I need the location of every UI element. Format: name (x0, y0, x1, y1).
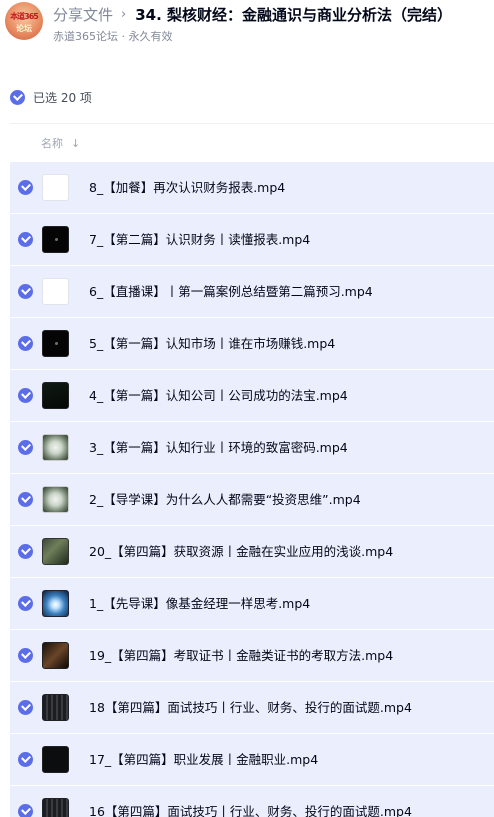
video-thumbnail (42, 434, 69, 461)
row-checkbox-checked-icon[interactable] (18, 336, 33, 351)
share-subtitle: 赤道365论坛 · 永久有效 (53, 30, 173, 43)
file-name[interactable]: 3_【第一篇】认知行业丨环境的致富密码.mp4 (89, 422, 348, 474)
sharer-avatar[interactable]: 本道365 论坛 (5, 2, 43, 40)
select-all-checkbox[interactable] (10, 89, 25, 105)
file-name[interactable]: 17_【第四篇】职业发展丨金融职业.mp4 (89, 734, 318, 786)
breadcrumb-root-link[interactable]: 分享文件 (53, 4, 113, 25)
thumbnail-dot (55, 342, 58, 345)
sort-arrow-icon[interactable]: ↓ (71, 137, 80, 150)
video-thumbnail (42, 330, 69, 357)
file-name[interactable]: 8_【加餐】再次认识财务报表.mp4 (89, 162, 285, 214)
file-row[interactable]: 17_【第四篇】职业发展丨金融职业.mp4 (10, 734, 494, 786)
thumbnail-dot (55, 238, 58, 241)
video-thumbnail (42, 278, 69, 305)
video-thumbnail (42, 798, 69, 817)
video-thumbnail (42, 382, 69, 409)
share-header: 本道365 论坛 分享文件 › 34. 梨核财经：金融通识与商业分析法（完结） … (0, 0, 494, 56)
file-row[interactable]: 4_【第一篇】认知公司丨公司成功的法宝.mp4 (10, 370, 494, 422)
file-row[interactable]: 1_【先导课】像基金经理一样思考.mp4 (10, 578, 494, 630)
file-row[interactable]: 19_【第四篇】考取证书丨金融类证书的考取方法.mp4 (10, 630, 494, 682)
chevron-right-icon: › (121, 6, 127, 22)
avatar-bottom-text: 论坛 (16, 24, 32, 33)
video-thumbnail (42, 174, 69, 201)
folder-title: 34. 梨核财经：金融通识与商业分析法（完结） (135, 5, 453, 24)
column-name-label: 名称 (41, 137, 63, 150)
file-name[interactable]: 18【第四篇】面试技巧丨行业、财务、投行的面试题.mp4 (89, 682, 412, 734)
file-row[interactable]: 3_【第一篇】认知行业丨环境的致富密码.mp4 (10, 422, 494, 474)
file-row[interactable]: 5_【第一篇】认知市场丨谁在市场赚钱.mp4 (10, 318, 494, 370)
file-row[interactable]: 2_【导学课】为什么人人都需要“投资思维”.mp4 (10, 474, 494, 526)
video-thumbnail (42, 486, 69, 513)
video-thumbnail (42, 746, 69, 773)
selection-count-label: 已选 20 项 (33, 90, 92, 105)
row-checkbox-checked-icon[interactable] (18, 232, 33, 247)
row-checkbox-checked-icon[interactable] (18, 544, 33, 559)
file-name[interactable]: 2_【导学课】为什么人人都需要“投资思维”.mp4 (89, 474, 361, 526)
video-thumbnail (42, 226, 69, 253)
row-checkbox-checked-icon[interactable] (18, 752, 33, 767)
divider (10, 123, 494, 124)
file-name[interactable]: 1_【先导课】像基金经理一样思考.mp4 (89, 578, 310, 630)
avatar-top-text: 本道365 (10, 12, 39, 21)
file-row[interactable]: 20_【第四篇】获取资源丨金融在实业应用的浅谈.mp4 (10, 526, 494, 578)
file-name[interactable]: 4_【第一篇】认知公司丨公司成功的法宝.mp4 (89, 370, 348, 422)
selection-summary: 已选 20 项 (10, 88, 92, 106)
video-thumbnail (42, 694, 69, 721)
file-name[interactable]: 7_【第二篇】认识财务丨读懂报表.mp4 (89, 214, 310, 266)
video-thumbnail (42, 590, 69, 617)
file-row[interactable]: 18【第四篇】面试技巧丨行业、财务、投行的面试题.mp4 (10, 682, 494, 734)
file-name[interactable]: 19_【第四篇】考取证书丨金融类证书的考取方法.mp4 (89, 630, 393, 682)
row-checkbox-checked-icon[interactable] (18, 804, 33, 817)
file-row[interactable]: 8_【加餐】再次认识财务报表.mp4 (10, 162, 494, 214)
file-name[interactable]: 5_【第一篇】认知市场丨谁在市场赚钱.mp4 (89, 318, 335, 370)
video-thumbnail (42, 642, 69, 669)
file-row[interactable]: 6_【直播课】丨第一篇案例总结暨第二篇预习.mp4 (10, 266, 494, 318)
row-checkbox-checked-icon[interactable] (18, 440, 33, 455)
file-list: 8_【加餐】再次认识财务报表.mp4 7_【第二篇】认识财务丨读懂报表.mp4 6_… (10, 162, 494, 817)
row-checkbox-checked-icon[interactable] (18, 180, 33, 195)
breadcrumb: 分享文件 › 34. 梨核财经：金融通识与商业分析法（完结） (53, 3, 452, 25)
row-checkbox-checked-icon[interactable] (18, 648, 33, 663)
column-header-name[interactable]: 名称 ↓ (41, 133, 80, 153)
file-row[interactable]: 7_【第二篇】认识财务丨读懂报表.mp4 (10, 214, 494, 266)
file-row[interactable]: 16【第四篇】面试技巧丨行业、财务、投行的面试题.mp4 (10, 786, 494, 817)
row-checkbox-checked-icon[interactable] (18, 388, 33, 403)
file-name[interactable]: 16【第四篇】面试技巧丨行业、财务、投行的面试题.mp4 (89, 786, 412, 817)
row-checkbox-checked-icon[interactable] (18, 596, 33, 611)
row-checkbox-checked-icon[interactable] (18, 492, 33, 507)
video-thumbnail (42, 538, 69, 565)
file-name[interactable]: 6_【直播课】丨第一篇案例总结暨第二篇预习.mp4 (89, 266, 373, 318)
row-checkbox-checked-icon[interactable] (18, 700, 33, 715)
file-name[interactable]: 20_【第四篇】获取资源丨金融在实业应用的浅谈.mp4 (89, 526, 393, 578)
row-checkbox-checked-icon[interactable] (18, 284, 33, 299)
